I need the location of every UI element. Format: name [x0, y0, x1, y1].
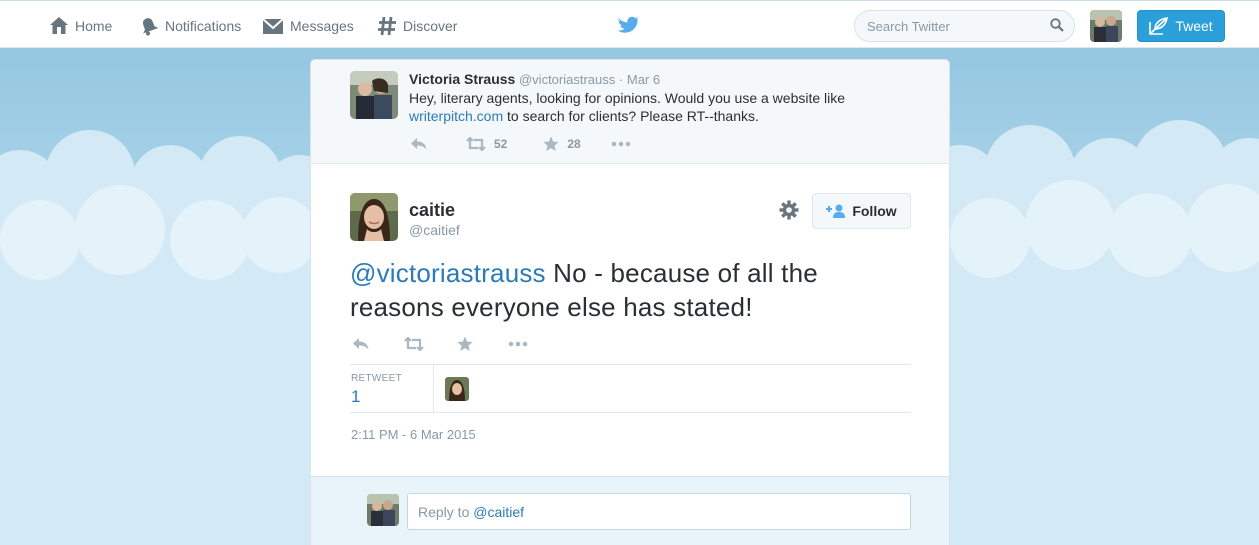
quill-icon [1149, 17, 1169, 35]
retweet-stat-count[interactable]: 1 [351, 387, 360, 407]
mention-link[interactable]: @victoriastrauss [350, 258, 546, 288]
retweeter-avatar[interactable] [445, 377, 469, 401]
main-more-action[interactable] [508, 341, 528, 347]
reply-avatar [367, 494, 399, 526]
ancestor-date[interactable]: Mar 6 [627, 72, 660, 87]
search-input[interactable] [854, 10, 1075, 42]
ancestor-tweet[interactable]: Victoria Strauss @victoriastrauss · Mar … [311, 60, 949, 164]
tweet-button-label: Tweet [1175, 18, 1213, 34]
ancestor-link[interactable]: writerpitch.com [409, 108, 503, 124]
ancestor-text-before: Hey, literary agents, looking for opinio… [409, 90, 846, 106]
more-dots-icon [508, 341, 528, 347]
tweet-timestamp[interactable]: 2:11 PM - 6 Mar 2015 [351, 427, 476, 442]
main-tweet-actions [352, 336, 528, 352]
main-tweet-text: @victoriastrauss No - because of all the… [350, 256, 910, 324]
ancestor-text-after: to search for clients? Please RT--thanks… [503, 108, 759, 124]
compose-tweet-button[interactable]: Tweet [1137, 10, 1225, 42]
header-separator: · [618, 72, 624, 87]
nav-notifications-label: Notifications [165, 18, 242, 34]
reply-handle: @caitief [473, 504, 525, 520]
account-avatar[interactable] [1090, 10, 1122, 42]
main-tweet-avatar[interactable] [350, 193, 398, 241]
nav-notifications[interactable]: Notifications [139, 15, 241, 37]
permalink-container: Victoria Strauss @victoriastrauss · Mar … [310, 59, 950, 545]
tweet-stats: RETWEET 1 [350, 364, 911, 413]
hashtag-icon [378, 16, 396, 36]
nav-home-label: Home [75, 18, 113, 34]
reply-input[interactable]: Reply to @caitief [407, 493, 911, 530]
search-icon[interactable] [1050, 18, 1064, 32]
ancestor-header: Victoria Strauss @victoriastrauss · Mar … [409, 71, 660, 87]
home-icon [50, 17, 68, 34]
reply-prefix: Reply to [418, 504, 474, 520]
more-dots-icon [611, 141, 631, 147]
star-icon [457, 336, 473, 351]
nav-home[interactable]: Home [49, 15, 112, 37]
ancestor-retweet-action[interactable]: 52 [466, 137, 507, 151]
retweet-icon [466, 137, 486, 151]
ancestor-screen-name[interactable]: @victoriastrauss [519, 72, 615, 87]
ancestor-avatar[interactable] [350, 71, 398, 119]
main-favorite-action[interactable] [457, 336, 473, 352]
nav-messages[interactable]: Messages [262, 15, 354, 37]
main-tweet-fullname[interactable]: caitie [409, 200, 455, 221]
star-icon [543, 136, 559, 151]
envelope-icon [262, 18, 284, 34]
main-reply-action[interactable] [352, 337, 370, 351]
main-tweet-screen-name[interactable]: @caitief [409, 222, 460, 238]
reply-icon [353, 338, 369, 350]
reply-composer: Reply to @caitief [311, 476, 949, 545]
main-retweet-action[interactable] [404, 337, 424, 351]
retweet-icon [404, 337, 424, 351]
ancestor-favorite-action[interactable]: 28 [543, 136, 581, 152]
follow-button[interactable]: Follow [812, 193, 911, 229]
nav-messages-label: Messages [290, 18, 354, 34]
top-navigation-bar: Home Notifications Messages Discover Sea… [0, 0, 1259, 48]
ancestor-retweet-count: 52 [494, 137, 508, 151]
nav-discover[interactable]: Discover [377, 15, 457, 37]
ancestor-fullname[interactable]: Victoria Strauss [409, 71, 515, 87]
add-user-icon [826, 204, 846, 218]
ancestor-tweet-text: Hey, literary agents, looking for opinio… [409, 89, 909, 125]
bell-icon [143, 18, 159, 36]
follow-button-label: Follow [852, 203, 897, 219]
nav-discover-label: Discover [403, 18, 458, 34]
reply-icon [411, 138, 427, 150]
ancestor-favorite-count: 28 [567, 137, 581, 151]
ancestor-reply-action[interactable] [410, 137, 428, 151]
stats-divider [433, 365, 434, 412]
retweet-stat-label: RETWEET [351, 373, 402, 384]
gear-icon[interactable] [779, 200, 799, 220]
ancestor-more-action[interactable] [611, 141, 631, 147]
twitter-bird-icon[interactable] [618, 15, 640, 35]
ancestor-actions: 52 28 [410, 136, 631, 152]
